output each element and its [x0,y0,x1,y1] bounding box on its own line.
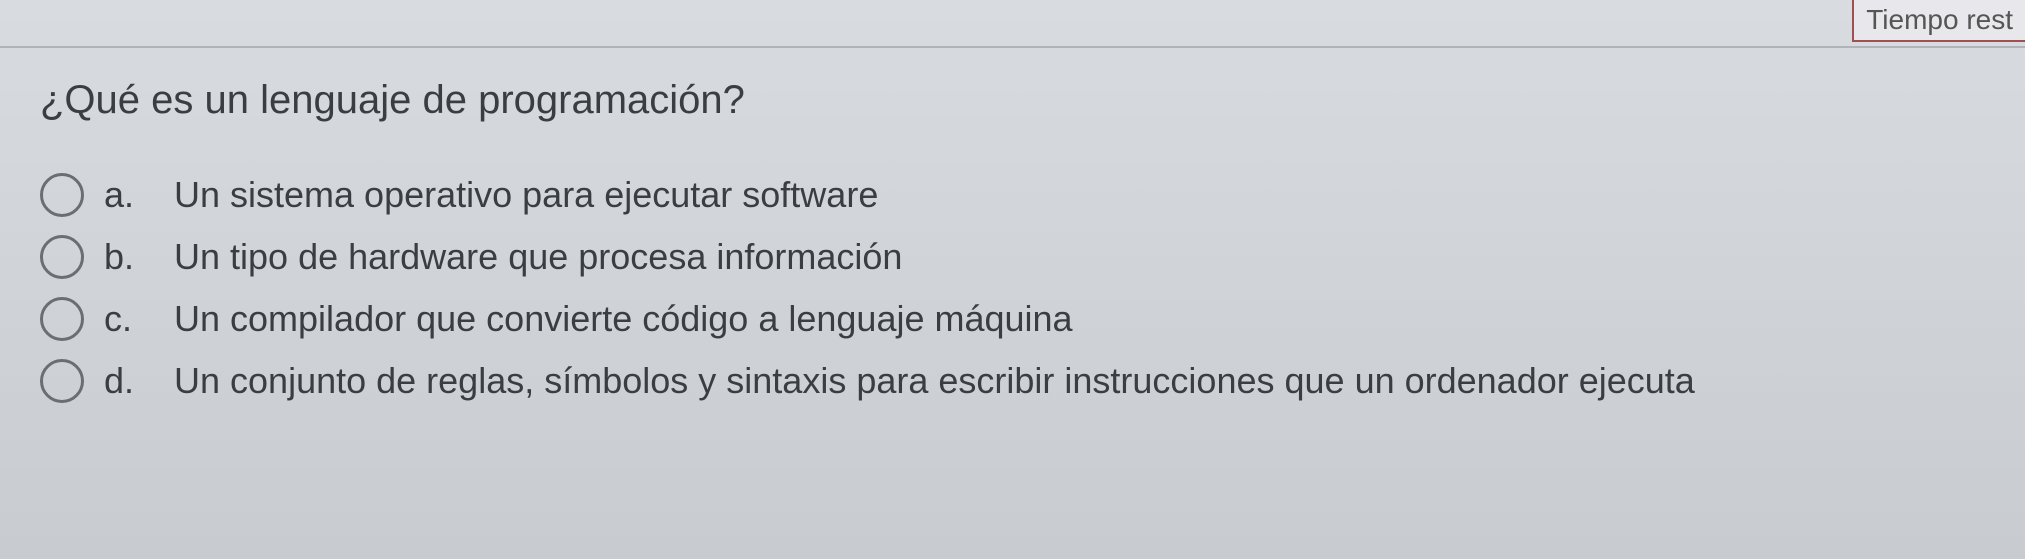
timer-box: Tiempo rest [1852,0,2025,42]
option-text: Un compilador que convierte código a len… [174,298,1073,340]
option-text: Un conjunto de reglas, símbolos y sintax… [174,360,1695,402]
option-b[interactable]: b. Un tipo de hardware que procesa infor… [40,235,1985,279]
timer-label: Tiempo rest [1866,4,2013,35]
top-bar: Tiempo rest [0,0,2025,48]
option-letter: a. [104,174,154,216]
radio-icon[interactable] [40,359,84,403]
options-list: a. Un sistema operativo para ejecutar so… [40,173,1985,403]
option-c[interactable]: c. Un compilador que convierte código a … [40,297,1985,341]
option-text: Un sistema operativo para ejecutar softw… [174,174,878,216]
question-content: ¿Qué es un lenguaje de programación? a. … [0,48,2025,433]
question-text: ¿Qué es un lenguaje de programación? [40,78,1985,123]
option-d[interactable]: d. Un conjunto de reglas, símbolos y sin… [40,359,1985,403]
radio-icon[interactable] [40,297,84,341]
option-letter: d. [104,360,154,402]
option-text: Un tipo de hardware que procesa informac… [174,236,902,278]
radio-icon[interactable] [40,235,84,279]
option-letter: c. [104,298,154,340]
radio-icon[interactable] [40,173,84,217]
option-a[interactable]: a. Un sistema operativo para ejecutar so… [40,173,1985,217]
option-letter: b. [104,236,154,278]
